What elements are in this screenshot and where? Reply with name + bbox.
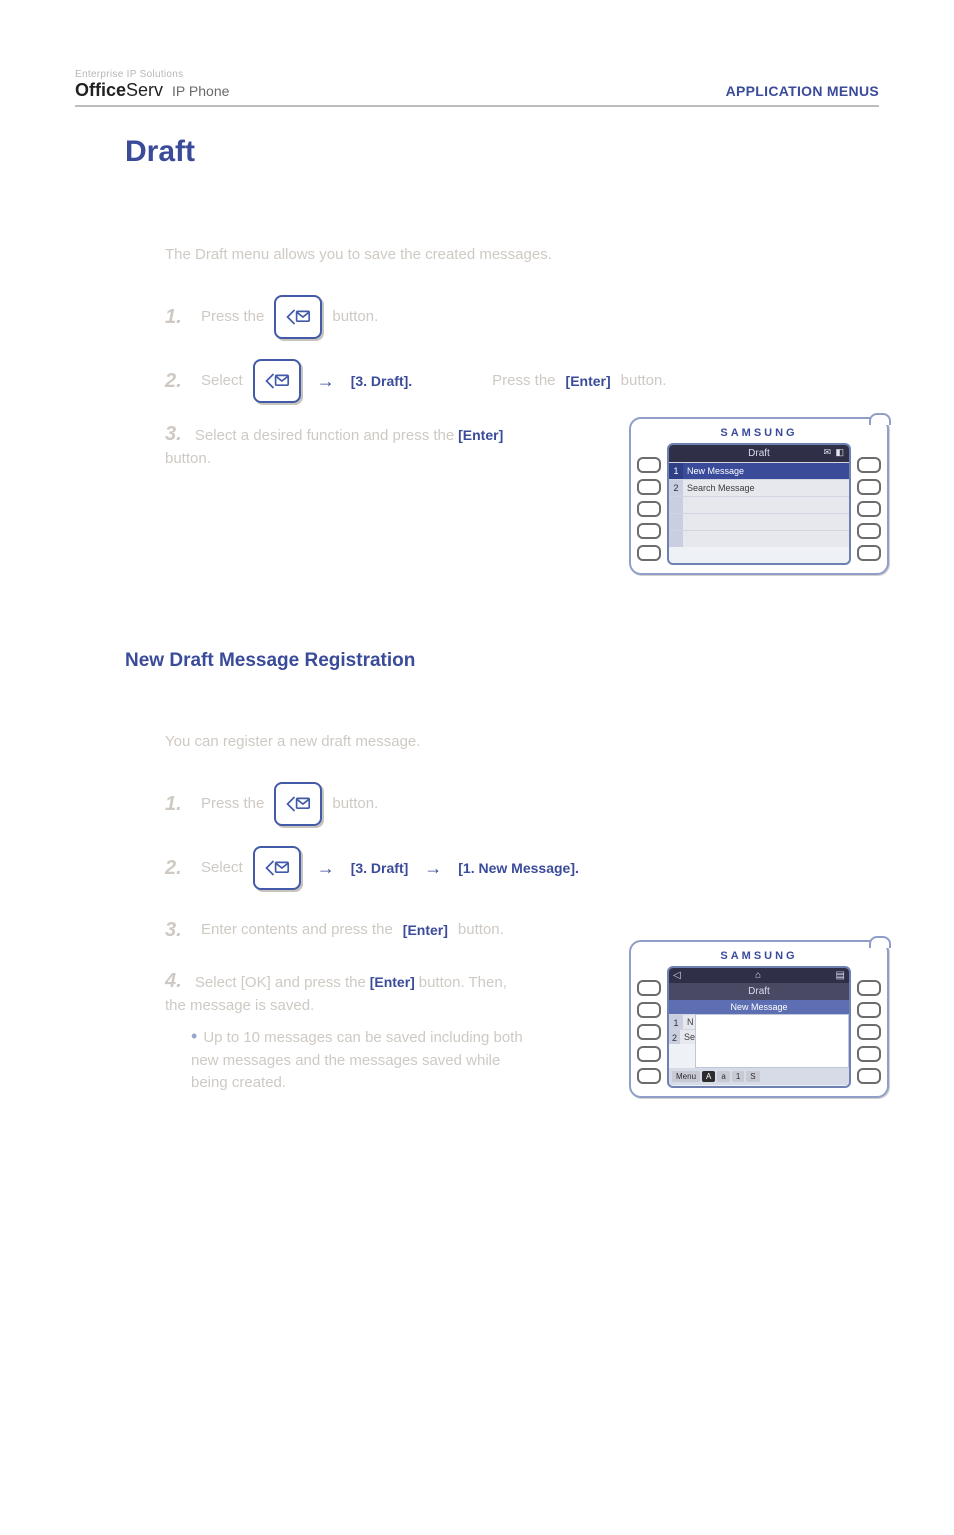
soft-button[interactable] <box>637 1002 661 1018</box>
step-number: 4. <box>165 970 191 993</box>
menu-soft-label[interactable]: Menu <box>672 1071 700 1082</box>
step-2: 2. Select → [3. Draft]. Press the [Enter… <box>165 359 879 403</box>
soft-button[interactable] <box>637 479 661 495</box>
step-number: 2. <box>165 857 191 880</box>
message-key-icon <box>274 782 322 826</box>
mode-num[interactable]: 1 <box>732 1071 744 1082</box>
message-key-icon <box>253 846 301 890</box>
step-b1: 1. Press the button. <box>165 782 879 826</box>
arrow-icon: → <box>317 371 335 392</box>
message-key-icon <box>274 295 322 339</box>
soft-button[interactable] <box>857 501 881 517</box>
phone-screen: ◁ ⌂ ▤ Draft New Message <box>667 966 851 1088</box>
page-title: Draft <box>125 135 879 169</box>
bullet-icon: • <box>191 1026 197 1046</box>
note: •Up to 10 messages can be saved includin… <box>165 1027 525 1095</box>
soft-button[interactable] <box>857 1002 881 1018</box>
soft-button[interactable] <box>857 980 881 996</box>
phone-screen: Draft ✉ ◧ 1 New Message 2 <box>667 443 851 565</box>
phone-illustration-new-message: SAMSUNG <box>629 940 889 1098</box>
section-label: APPLICATION MENUS <box>726 83 879 99</box>
intro-text-2: You can register a new draft message. <box>165 722 879 762</box>
soft-button[interactable] <box>637 523 661 539</box>
soft-button[interactable] <box>857 523 881 539</box>
input-mode-bar: Menu A a 1 S <box>669 1068 849 1085</box>
brand-main: OfficeServ IP Phone <box>75 81 229 99</box>
arrow-icon: → <box>317 858 335 879</box>
step-number: 1. <box>165 306 191 329</box>
arrow-icon: → <box>424 858 442 879</box>
softkeys-right <box>857 443 881 565</box>
step-b4: 4. Select [OK] and press the [Enter] but… <box>165 970 879 1095</box>
step-3: 3. Select a desired function and press t… <box>165 423 879 470</box>
phone-brand: SAMSUNG <box>637 948 881 966</box>
brand: Enterprise IP Solutions OfficeServ IP Ph… <box>75 70 229 99</box>
soft-button[interactable] <box>637 545 661 561</box>
list-icon[interactable]: ▤ <box>836 970 845 981</box>
screen-subtitle: New Message <box>669 1000 849 1014</box>
soft-button[interactable] <box>637 1046 661 1062</box>
soft-button[interactable] <box>637 1068 661 1084</box>
soft-button[interactable] <box>637 457 661 473</box>
soft-button[interactable] <box>857 1068 881 1084</box>
phone-illustration-draft: SAMSUNG <box>629 417 889 575</box>
mode-caps[interactable]: A <box>702 1071 715 1082</box>
message-key-icon <box>253 359 301 403</box>
soft-button[interactable] <box>857 479 881 495</box>
step-1: 1. Press the button. <box>165 295 879 339</box>
step-b2: 2. Select → [3. Draft] → [1. New Message… <box>165 846 879 890</box>
home-icon[interactable]: ⌂ <box>755 970 761 981</box>
softkeys-left <box>637 966 661 1088</box>
soft-button[interactable] <box>637 1024 661 1040</box>
phone-brand: SAMSUNG <box>637 425 881 443</box>
menu-item-search-message[interactable]: 2 Search Message <box>669 479 849 496</box>
soft-button[interactable] <box>857 1024 881 1040</box>
soft-button[interactable] <box>637 501 661 517</box>
intro-text: The Draft menu allows you to save the cr… <box>165 235 879 275</box>
soft-button[interactable] <box>857 1046 881 1062</box>
soft-button[interactable] <box>857 457 881 473</box>
back-icon[interactable]: ◁ <box>673 970 681 981</box>
brand-tagline: Enterprise IP Solutions <box>75 70 229 80</box>
text-input-area[interactable] <box>695 1014 849 1068</box>
soft-button[interactable] <box>857 545 881 561</box>
softkeys-left <box>637 443 661 565</box>
page-header: Enterprise IP Solutions OfficeServ IP Ph… <box>75 70 879 107</box>
menu-item-new-message[interactable]: 1 New Message <box>669 462 849 479</box>
softkeys-right <box>857 966 881 1088</box>
envelope-icon: ✉ ◧ <box>823 447 845 458</box>
subsection-title: New Draft Message Registration <box>125 650 879 672</box>
step-number: 1. <box>165 793 191 816</box>
mode-lower[interactable]: a <box>717 1071 729 1082</box>
step-number: 3. <box>165 919 191 942</box>
soft-button[interactable] <box>637 980 661 996</box>
mode-sym[interactable]: S <box>746 1071 759 1082</box>
step-number: 2. <box>165 370 191 393</box>
step-number: 3. <box>165 423 191 446</box>
